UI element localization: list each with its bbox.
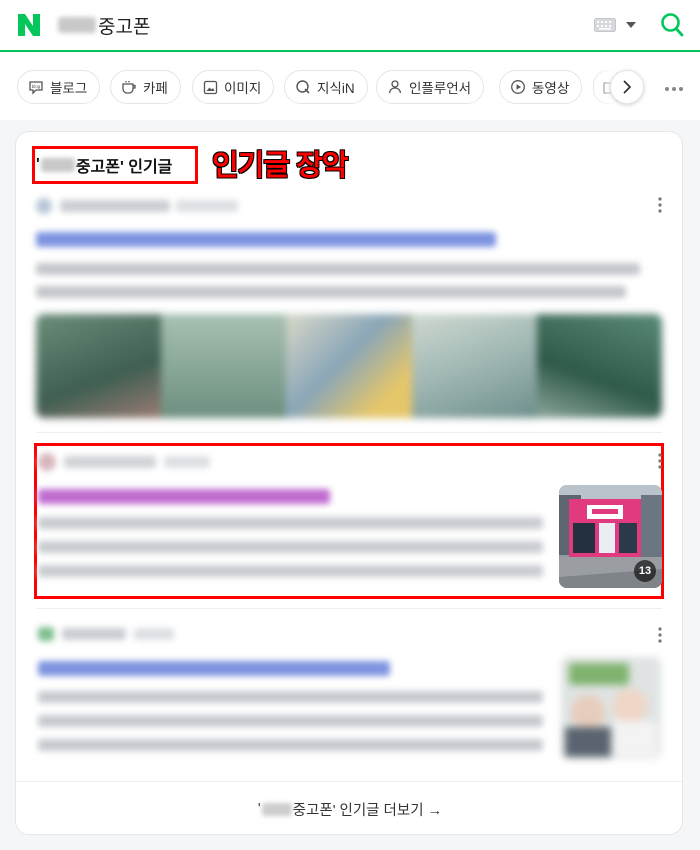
blog-icon: blog bbox=[29, 81, 43, 95]
tab-cafe[interactable]: 카페 bbox=[110, 70, 181, 104]
divider bbox=[36, 608, 662, 609]
tab-video[interactable]: 동영상 bbox=[499, 70, 583, 104]
popular-posts-card: ' 중고폰' 인기글 인기글 장악 13 ' 중고폰' 인기글 더보기 → bbox=[15, 131, 683, 835]
divider bbox=[36, 432, 662, 433]
kebab-menu-icon[interactable] bbox=[658, 197, 662, 213]
tab-blog[interactable]: blog 블로그 bbox=[17, 70, 101, 104]
tab-image[interactable]: 이미지 bbox=[192, 70, 275, 104]
search-icon[interactable] bbox=[660, 12, 684, 38]
search-query-text: 중고폰 bbox=[98, 16, 151, 38]
footer-text: 중고폰' 인기글 더보기 → bbox=[292, 802, 443, 819]
post2-thumbnail[interactable]: 13 bbox=[559, 485, 662, 588]
keyboard-icon[interactable] bbox=[594, 18, 616, 32]
tab-kin[interactable]: 지식iN bbox=[284, 70, 368, 104]
kin-icon bbox=[296, 80, 310, 94]
kebab-menu-icon[interactable] bbox=[658, 453, 662, 469]
tab-label: 지식iN bbox=[317, 81, 355, 96]
search-header: 중고폰 bbox=[0, 0, 700, 52]
search-query[interactable]: 중고폰 bbox=[58, 11, 150, 39]
post3-thumbnail[interactable] bbox=[561, 657, 661, 759]
naver-logo-icon[interactable] bbox=[16, 12, 42, 38]
redacted-text bbox=[261, 802, 292, 816]
post1-image-strip[interactable] bbox=[36, 314, 662, 418]
kebab-menu-icon[interactable] bbox=[658, 627, 662, 643]
footer-quote: ' bbox=[257, 801, 261, 817]
caret-down-icon[interactable] bbox=[626, 21, 636, 29]
svg-text:blog: blog bbox=[32, 84, 41, 89]
search-tabs: blog 블로그 카페 이미지 지식iN 인플루언서 동영상 bbox=[0, 54, 700, 120]
tab-label: 카페 bbox=[143, 81, 168, 96]
tab-influencer[interactable]: 인플루언서 bbox=[376, 70, 485, 104]
image-icon bbox=[203, 80, 218, 94]
redacted-text bbox=[58, 17, 96, 33]
person-icon bbox=[388, 80, 402, 94]
play-icon bbox=[511, 80, 525, 94]
tab-label: 인플루언서 bbox=[409, 81, 472, 96]
tab-label: 이미지 bbox=[224, 81, 262, 96]
more-popular-posts-link[interactable]: ' 중고폰' 인기글 더보기 → bbox=[16, 781, 682, 834]
annotation-text: 인기글 장악 bbox=[211, 150, 348, 183]
tabs-next-button[interactable] bbox=[610, 70, 644, 104]
image-count-badge: 13 bbox=[634, 560, 656, 582]
more-dots-icon[interactable] bbox=[664, 86, 684, 92]
chevron-right-icon bbox=[623, 80, 631, 94]
tab-label: 블로그 bbox=[50, 81, 88, 96]
tab-label: 동영상 bbox=[532, 81, 570, 96]
highlight-box-title bbox=[32, 146, 198, 184]
cafe-icon bbox=[122, 81, 136, 94]
